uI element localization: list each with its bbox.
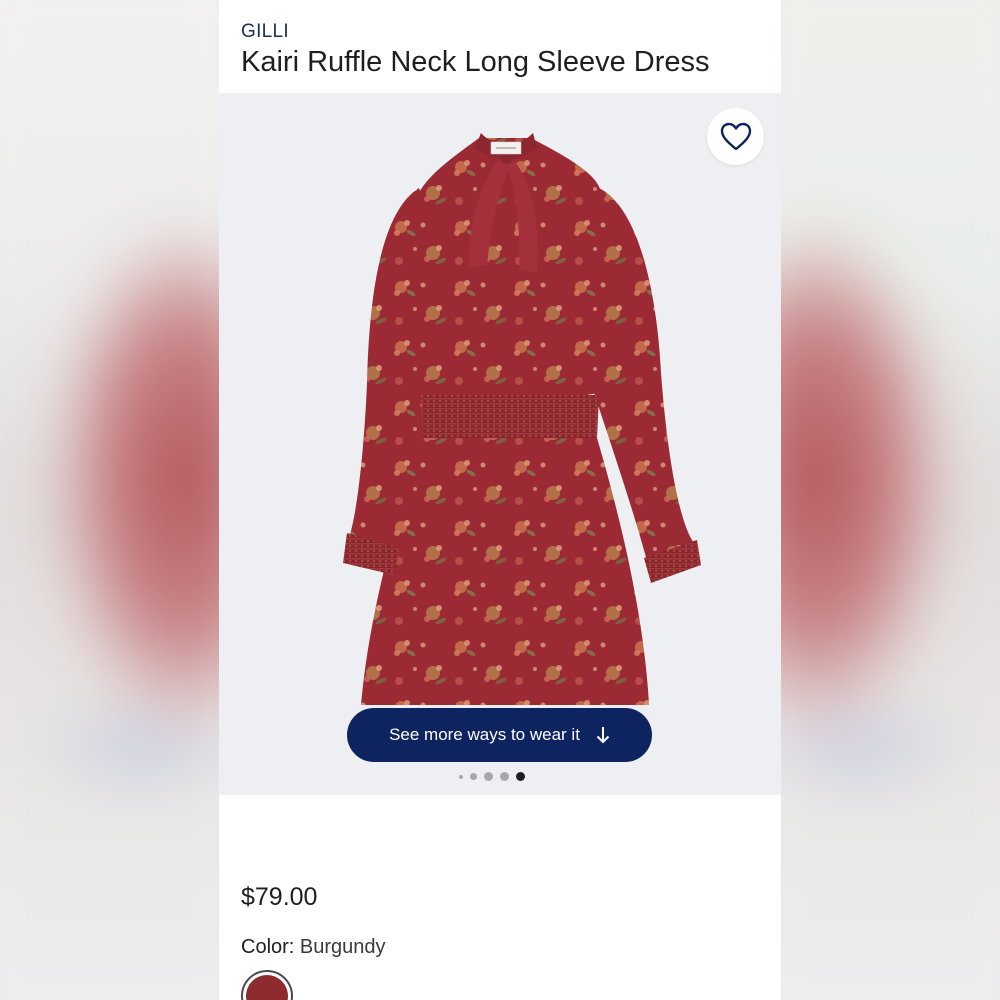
pagination-dot[interactable]: [500, 772, 509, 781]
pagination-dot[interactable]: [470, 773, 477, 780]
color-swatch-burgundy[interactable]: [241, 970, 293, 1000]
favorite-button[interactable]: [707, 108, 764, 165]
gallery-pagination-dots: [459, 772, 525, 781]
product-image-gallery[interactable]: See more ways to wear it: [219, 93, 781, 795]
pagination-dot[interactable]: [484, 772, 493, 781]
blurred-background-right: [781, 0, 1000, 1000]
pagination-dot[interactable]: [459, 774, 463, 779]
color-value: Burgundy: [299, 936, 386, 958]
product-image[interactable]: [269, 93, 739, 795]
product-title: Kairi Ruffle Neck Long Sleeve Dress: [241, 46, 710, 78]
product-detail-panel: GILLI Kairi Ruffle Neck Long Sleeve Dres…: [219, 0, 781, 1000]
brand-name[interactable]: GILLI: [241, 21, 289, 43]
blurred-background-left: [0, 0, 219, 1000]
pagination-dot-active[interactable]: [516, 772, 525, 781]
swatch-fill: [246, 975, 288, 1000]
color-label: Color:: [241, 936, 295, 958]
see-more-ways-button[interactable]: See more ways to wear it: [347, 708, 652, 762]
product-header: GILLI Kairi Ruffle Neck Long Sleeve Dres…: [219, 0, 781, 93]
see-more-ways-label: See more ways to wear it: [389, 725, 580, 744]
color-selection-label: Color: Burgundy: [241, 936, 386, 959]
heart-outline-icon: [720, 122, 751, 150]
arrow-down-icon: [596, 726, 610, 744]
product-price: $79.00: [241, 883, 318, 911]
